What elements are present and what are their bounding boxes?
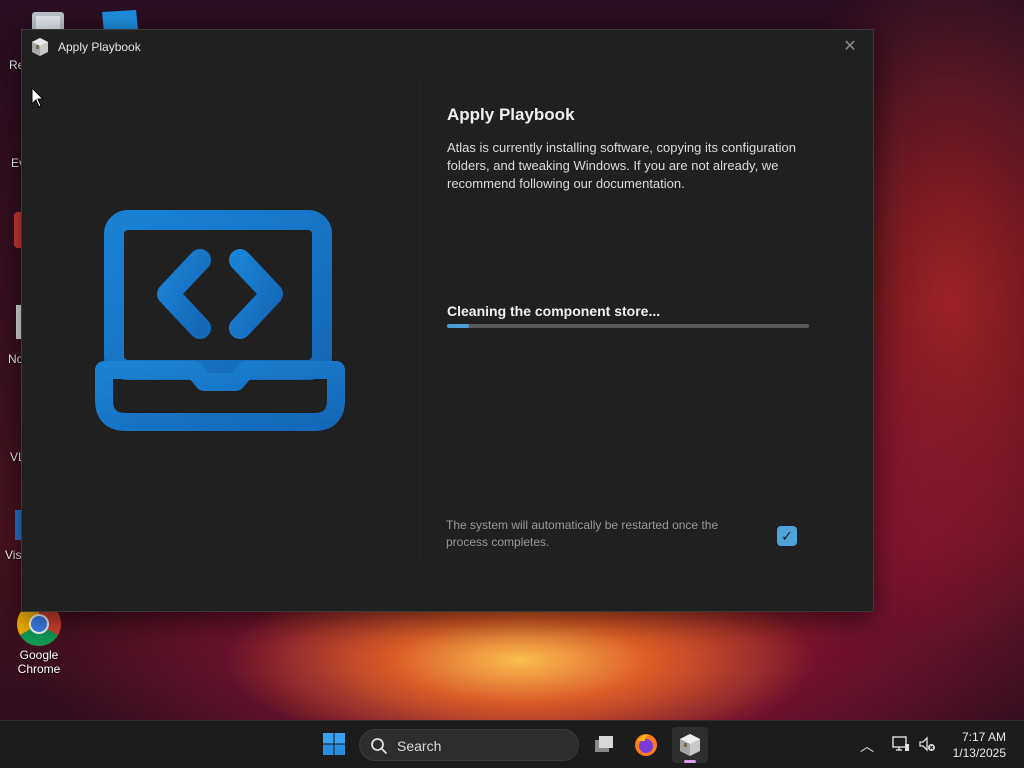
chrome-label-line1: Google bbox=[19, 648, 59, 662]
progress-bar bbox=[447, 324, 809, 328]
window-title: Apply Playbook bbox=[58, 40, 141, 54]
apply-playbook-window: Apply Playbook ✕ Apply Playbook Atlas is… bbox=[21, 29, 874, 612]
search-icon bbox=[371, 738, 387, 754]
firefox-icon bbox=[635, 734, 657, 756]
close-button[interactable]: ✕ bbox=[833, 34, 867, 60]
volume-muted-icon[interactable] bbox=[918, 735, 936, 753]
desktop-icon-label-vis: Vis bbox=[5, 548, 22, 562]
title-bar[interactable]: Apply Playbook ✕ bbox=[22, 30, 873, 64]
restart-checkbox[interactable]: ✓ bbox=[777, 526, 797, 546]
progress-bar-fill bbox=[447, 324, 469, 328]
taskbar-firefox[interactable] bbox=[628, 727, 664, 763]
close-icon: ✕ bbox=[843, 38, 857, 55]
network-icon[interactable] bbox=[892, 735, 910, 753]
mouse-cursor-icon bbox=[31, 87, 45, 108]
atlas-app-icon bbox=[32, 38, 48, 56]
task-view-icon bbox=[595, 736, 613, 752]
description-text: Atlas is currently installing software, … bbox=[447, 140, 796, 191]
taskbar-search-box[interactable]: Search bbox=[359, 729, 579, 761]
tray-overflow-chevron-icon[interactable]: ︿ bbox=[860, 736, 874, 756]
pane-divider bbox=[420, 80, 421, 560]
taskbar-atlas-playbook[interactable] bbox=[672, 727, 708, 763]
chrome-label-line2: Chrome bbox=[17, 662, 61, 676]
atlas-playbook-icon bbox=[680, 734, 700, 756]
search-label: Search bbox=[397, 738, 442, 754]
windows-start-icon[interactable] bbox=[322, 732, 346, 756]
clock-date: 1/13/2025 bbox=[952, 746, 1006, 760]
taskbar-task-view[interactable] bbox=[586, 727, 622, 763]
system-clock[interactable]: 7:17 AM 1/13/2025 bbox=[953, 729, 1006, 761]
laptop-code-icon bbox=[95, 210, 345, 431]
restart-note: The system will automatically be restart… bbox=[446, 518, 719, 549]
active-app-indicator bbox=[684, 760, 696, 763]
clock-time: 7:17 AM bbox=[961, 730, 1006, 744]
page-heading: Apply Playbook bbox=[447, 105, 575, 124]
progress-status: Cleaning the component store... bbox=[447, 303, 661, 319]
checkmark-icon: ✓ bbox=[781, 528, 793, 544]
taskbar: Search ︿ 7:17 AM 1/13/2025 bbox=[0, 720, 1024, 768]
